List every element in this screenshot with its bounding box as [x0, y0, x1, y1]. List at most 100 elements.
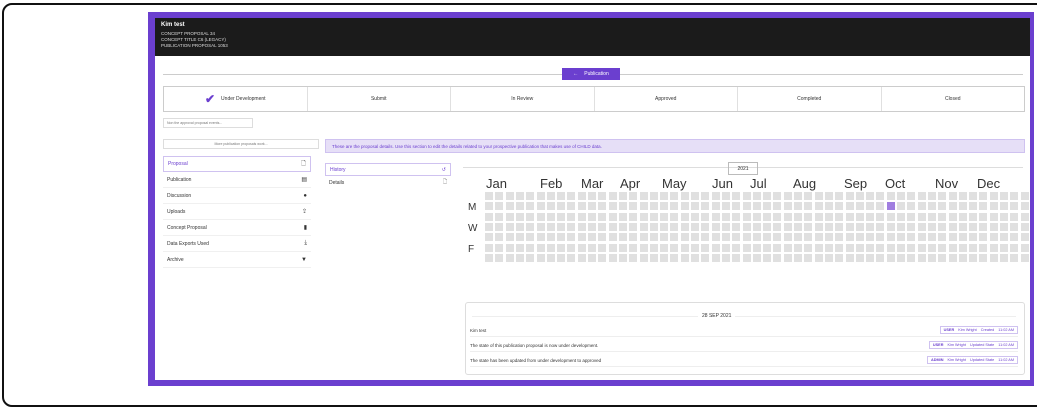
year-selector[interactable]: 2021 — [728, 162, 758, 175]
step-under-development[interactable]: ✔ Under Development — [164, 87, 308, 111]
heatmap-cell[interactable] — [485, 192, 493, 200]
heatmap-cell[interactable] — [618, 253, 627, 262]
heatmap-cell[interactable] — [927, 202, 936, 211]
heatmap-cell[interactable] — [721, 192, 730, 200]
heatmap-cell[interactable] — [907, 243, 916, 252]
heatmap-cell[interactable] — [691, 192, 699, 200]
heatmap-cell[interactable] — [608, 253, 617, 262]
heatmap-cell[interactable] — [1000, 253, 1008, 262]
approval-note[interactable]: Non the approval proposal events... — [163, 118, 253, 128]
heatmap-cell[interactable] — [598, 243, 607, 252]
heatmap-cell[interactable] — [1000, 192, 1008, 200]
heatmap-cell[interactable] — [948, 222, 957, 231]
heatmap-cell[interactable] — [515, 192, 524, 200]
heatmap-cell[interactable] — [670, 192, 679, 200]
heatmap-cell[interactable] — [969, 222, 978, 231]
heatmap-cell[interactable] — [701, 243, 710, 252]
heatmap-cell[interactable] — [1020, 233, 1029, 242]
heatmap-cell[interactable] — [948, 212, 957, 221]
heatmap-cell[interactable] — [1010, 233, 1019, 242]
heatmap-cell[interactable] — [691, 222, 699, 231]
heatmap-cell[interactable] — [1020, 212, 1029, 221]
heatmap-cell[interactable] — [835, 212, 844, 221]
heatmap-cell[interactable] — [546, 222, 555, 231]
heatmap-cell[interactable] — [485, 222, 493, 231]
heatmap-cell[interactable] — [763, 192, 772, 200]
heatmap-cell[interactable] — [866, 202, 875, 211]
heatmap-cell[interactable] — [649, 212, 658, 221]
heatmap-cell[interactable] — [660, 212, 669, 221]
heatmap-cell[interactable] — [907, 222, 916, 231]
heatmap-cell[interactable] — [845, 212, 854, 221]
heatmap-cell[interactable] — [742, 233, 751, 242]
heatmap-cell[interactable] — [618, 222, 627, 231]
heatmap-cell[interactable] — [948, 192, 957, 200]
heatmap-cell[interactable] — [598, 222, 607, 231]
heatmap-cell[interactable] — [876, 222, 885, 231]
heatmap-cell[interactable] — [680, 243, 689, 252]
heatmap-cell[interactable] — [876, 233, 885, 242]
heatmap-cell[interactable] — [752, 212, 761, 221]
heatmap-cell[interactable] — [660, 253, 669, 262]
heatmap-cell[interactable] — [505, 243, 514, 252]
heatmap-cell[interactable] — [577, 212, 586, 221]
heatmap-cell[interactable] — [721, 222, 730, 231]
heatmap-cell[interactable] — [557, 233, 566, 242]
heatmap-cell[interactable] — [927, 243, 936, 252]
heatmap-cell[interactable] — [897, 233, 905, 242]
heatmap-cell[interactable] — [485, 253, 493, 262]
heatmap-cell[interactable] — [670, 243, 679, 252]
heatmap-cell[interactable] — [536, 212, 545, 221]
heatmap-cell[interactable] — [567, 192, 576, 200]
heatmap-cell[interactable] — [536, 192, 545, 200]
heatmap-cell[interactable] — [567, 253, 576, 262]
heatmap-cell[interactable] — [711, 253, 720, 262]
heatmap-cell[interactable] — [866, 212, 875, 221]
heatmap-cell[interactable] — [608, 192, 617, 200]
heatmap-cell[interactable] — [938, 222, 947, 231]
heatmap-cell[interactable] — [855, 222, 864, 231]
heatmap-cell[interactable] — [948, 253, 957, 262]
heatmap-cell[interactable] — [588, 202, 596, 211]
heatmap-cell[interactable] — [515, 222, 524, 231]
heatmap-cell[interactable] — [824, 233, 833, 242]
heatmap-cell[interactable] — [649, 192, 658, 200]
heatmap-cell[interactable] — [629, 202, 638, 211]
heatmap-cell[interactable] — [639, 243, 648, 252]
heatmap-cell[interactable] — [814, 233, 823, 242]
heatmap-cell[interactable] — [969, 192, 978, 200]
heatmap-cell[interactable] — [485, 202, 493, 211]
heatmap-cell[interactable] — [763, 222, 772, 231]
heatmap-cell[interactable] — [505, 233, 514, 242]
heatmap-cell[interactable] — [794, 222, 802, 231]
heatmap-cell[interactable] — [711, 192, 720, 200]
heatmap-cell[interactable] — [927, 212, 936, 221]
heatmap-cell[interactable] — [752, 233, 761, 242]
heatmap-cell[interactable] — [794, 212, 802, 221]
heatmap-cell[interactable] — [1020, 243, 1029, 252]
heatmap-cell[interactable] — [670, 212, 679, 221]
heatmap-cell[interactable] — [639, 202, 648, 211]
heatmap-cell[interactable] — [732, 233, 741, 242]
heatmap-cell[interactable] — [515, 253, 524, 262]
heatmap-cell[interactable] — [886, 243, 895, 252]
heatmap-cell[interactable] — [866, 222, 875, 231]
heatmap-cell[interactable] — [495, 202, 504, 211]
heatmap-cell[interactable] — [773, 243, 782, 252]
heatmap-cell[interactable] — [711, 233, 720, 242]
heatmap-cell[interactable] — [598, 253, 607, 262]
heatmap-cell[interactable] — [938, 202, 947, 211]
heatmap-cell[interactable] — [485, 243, 493, 252]
heatmap-cell[interactable] — [917, 202, 926, 211]
heatmap-cell[interactable] — [567, 243, 576, 252]
heatmap-cell[interactable] — [845, 202, 854, 211]
heatmap-cell[interactable] — [1000, 212, 1008, 221]
heatmap-cell[interactable] — [701, 253, 710, 262]
heatmap-cell[interactable] — [629, 253, 638, 262]
heatmap-cell[interactable] — [536, 202, 545, 211]
heatmap-cell[interactable] — [1020, 253, 1029, 262]
heatmap-cell[interactable] — [835, 253, 844, 262]
heatmap-cell[interactable] — [845, 222, 854, 231]
heatmap-cell[interactable] — [938, 233, 947, 242]
sidebar-item-proposal[interactable]: Proposal 🗋 — [163, 156, 311, 172]
